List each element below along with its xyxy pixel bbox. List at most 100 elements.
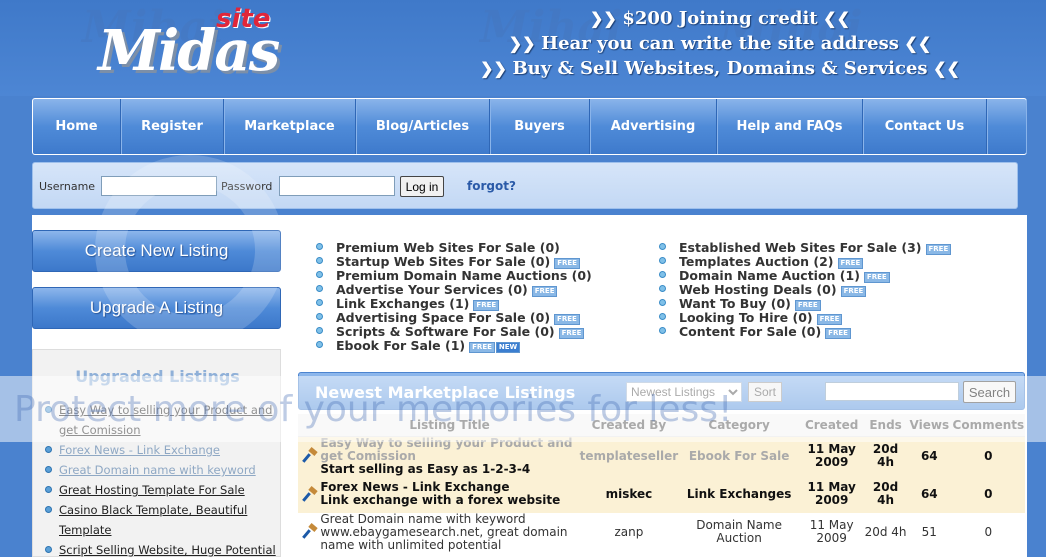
- sort-select[interactable]: Newest Listings: [626, 382, 742, 402]
- bullet-icon: [659, 257, 666, 264]
- upgraded-link[interactable]: Easy Way to selling your Product and get…: [59, 403, 272, 437]
- category-item[interactable]: Ebook For Sale (1) FREE NEW: [312, 338, 592, 353]
- new-badge: NEW: [495, 342, 521, 353]
- search-button[interactable]: Search: [963, 381, 1016, 403]
- category-link[interactable]: Premium Web Sites For Sale (0): [336, 240, 560, 255]
- category-item[interactable]: Content For Sale (0) FREE: [655, 324, 951, 339]
- nav-blog-articles[interactable]: Blog/Articles: [356, 99, 490, 154]
- category-item[interactable]: Link Exchanges (1) FREE: [312, 296, 592, 311]
- bullet-icon: [316, 243, 323, 250]
- category-link[interactable]: Link Exchanges (1): [336, 296, 469, 311]
- nav-home[interactable]: Home: [33, 99, 121, 154]
- category-item[interactable]: Templates Auction (2) FREE: [655, 254, 951, 269]
- list-item: Script Selling Website, Huge Potential: [45, 540, 277, 557]
- category-item[interactable]: Scripts & Software For Sale (0) FREE: [312, 324, 592, 339]
- category-link[interactable]: Established Web Sites For Sale (3): [679, 240, 922, 255]
- nav-register[interactable]: Register: [121, 99, 224, 154]
- table-row[interactable]: Forex News - Link Exchange Link exchange …: [298, 475, 1025, 513]
- category-link[interactable]: Startup Web Sites For Sale (0): [336, 254, 550, 269]
- created-cell: 11 May 2009: [809, 518, 854, 545]
- listing-description: Start selling as Easy as 1-2-3-4: [320, 461, 531, 476]
- upgraded-link[interactable]: Great Domain name with keyword: [59, 463, 256, 477]
- column-header[interactable]: Comments: [951, 414, 1025, 437]
- category-link[interactable]: Advertise Your Services (0): [336, 282, 528, 297]
- free-badge: FREE: [825, 328, 851, 339]
- username-input[interactable]: [101, 176, 217, 196]
- column-header[interactable]: Created By: [578, 414, 680, 437]
- upgraded-link[interactable]: Great Hosting Template For Sale: [59, 483, 245, 497]
- listing-description: Link exchange with a forex website: [320, 493, 561, 507]
- forgot-link[interactable]: forgot?: [467, 179, 516, 193]
- category-item[interactable]: Want To Buy (0) FREE: [655, 296, 951, 311]
- auction-hammer-icon: [302, 446, 318, 463]
- upgraded-link[interactable]: Forex News - Link Exchange: [59, 443, 220, 457]
- table-row[interactable]: Easy Way to selling your Product and get…: [298, 436, 1025, 476]
- category-link[interactable]: Content For Sale (0): [679, 324, 821, 339]
- category-item[interactable]: Premium Web Sites For Sale (0): [312, 240, 592, 255]
- category-item[interactable]: Looking To Hire (0) FREE: [655, 310, 951, 325]
- sort-button[interactable]: Sort: [748, 382, 782, 402]
- listing-title-link[interactable]: Easy Way to selling your Product and get…: [320, 436, 578, 463]
- create-listing-button[interactable]: Create New Listing: [32, 230, 281, 272]
- comments-cell: 0: [951, 436, 1025, 476]
- category-link[interactable]: Premium Domain Name Auctions (0): [336, 268, 592, 283]
- nav-contact-us[interactable]: Contact Us: [863, 99, 987, 154]
- username-label: Username: [39, 180, 96, 193]
- newest-listings-header: Newest Marketplace Listings Newest Listi…: [298, 372, 1025, 410]
- upgraded-link[interactable]: Casino Black Template, Beautiful Templat…: [59, 503, 247, 537]
- icon-column-header: [298, 414, 321, 437]
- category-link[interactable]: Advertising Space For Sale (0): [336, 310, 550, 325]
- free-badge: FREE: [469, 342, 495, 353]
- nav-marketplace[interactable]: Marketplace: [224, 99, 356, 154]
- category-link[interactable]: Domain Name Auction (1): [679, 268, 860, 283]
- category-link[interactable]: Ebook For Sale (1): [336, 338, 465, 353]
- category-item[interactable]: Web Hosting Deals (0) FREE: [655, 282, 951, 297]
- search-input[interactable]: [825, 382, 959, 401]
- ends-cell: 20d 4h: [864, 475, 907, 513]
- category-item[interactable]: Premium Domain Name Auctions (0): [312, 268, 592, 283]
- site-header: Mihai Mihai Mihai Midas site ❯❯ $200 Joi…: [0, 0, 1046, 96]
- upgraded-listings-panel: Upgraded Listings Easy Way to selling yo…: [32, 349, 281, 557]
- category-item[interactable]: Startup Web Sites For Sale (0) FREE: [312, 254, 592, 269]
- category-item[interactable]: Established Web Sites For Sale (3) FREE: [655, 240, 952, 255]
- promo-line-2: Hear you can write the site address: [541, 33, 899, 54]
- bullet-icon: [659, 327, 666, 334]
- category-link[interactable]: Want To Buy (0): [679, 296, 791, 311]
- category-link[interactable]: Templates Auction (2): [679, 254, 834, 269]
- nav-help-faqs[interactable]: Help and FAQs: [717, 99, 863, 154]
- category-item[interactable]: Domain Name Auction (1) FREE: [655, 268, 951, 283]
- listings-body: Easy Way to selling your Product and get…: [298, 436, 1025, 552]
- site-logo[interactable]: Midas site: [96, 4, 280, 92]
- bullet-icon: [659, 313, 666, 320]
- upgraded-list: Easy Way to selling your Product and get…: [45, 400, 277, 557]
- column-header[interactable]: Views: [906, 414, 952, 437]
- category-item[interactable]: Advertising Space For Sale (0) FREE: [312, 310, 592, 325]
- table-row[interactable]: Great Domain name with keyword www.ebayga…: [298, 512, 1025, 552]
- auction-hammer-icon: [302, 485, 318, 502]
- column-header[interactable]: Category: [679, 414, 800, 437]
- column-header[interactable]: Created: [799, 414, 865, 437]
- upgraded-link[interactable]: Script Selling Website, Huge Potential: [59, 543, 276, 557]
- listing-title-link[interactable]: Great Domain name with keyword: [320, 512, 578, 526]
- column-header[interactable]: Ends: [864, 414, 907, 437]
- login-bar: Username Password Log in forgot?: [32, 162, 1018, 209]
- nav-buyers[interactable]: Buyers: [490, 99, 590, 154]
- column-header[interactable]: Listing Title: [320, 414, 579, 437]
- category-link[interactable]: Scripts & Software For Sale (0): [336, 324, 555, 339]
- password-input[interactable]: [279, 176, 395, 196]
- category-link[interactable]: Looking To Hire (0): [679, 310, 813, 325]
- created-cell: 11 May 2009: [799, 436, 865, 476]
- category-link[interactable]: Web Hosting Deals (0): [679, 282, 837, 297]
- listing-title-cell: Great Domain name with keyword www.ebayga…: [320, 512, 578, 552]
- bullet-icon: [316, 257, 323, 264]
- list-item: Casino Black Template, Beautiful Templat…: [45, 500, 277, 540]
- promo-line-1: $200 Joining credit: [622, 8, 818, 29]
- category-item[interactable]: Advertise Your Services (0) FREE: [312, 282, 592, 297]
- list-item: Forex News - Link Exchange: [45, 440, 277, 460]
- auction-cell: [298, 475, 321, 513]
- table-header-row: Listing Title Created By Category Create…: [298, 414, 1025, 437]
- bullet-icon: [45, 506, 52, 513]
- nav-advertising[interactable]: Advertising: [590, 99, 717, 154]
- login-button[interactable]: Log in: [400, 176, 444, 197]
- upgrade-listing-button[interactable]: Upgrade A Listing: [32, 287, 281, 329]
